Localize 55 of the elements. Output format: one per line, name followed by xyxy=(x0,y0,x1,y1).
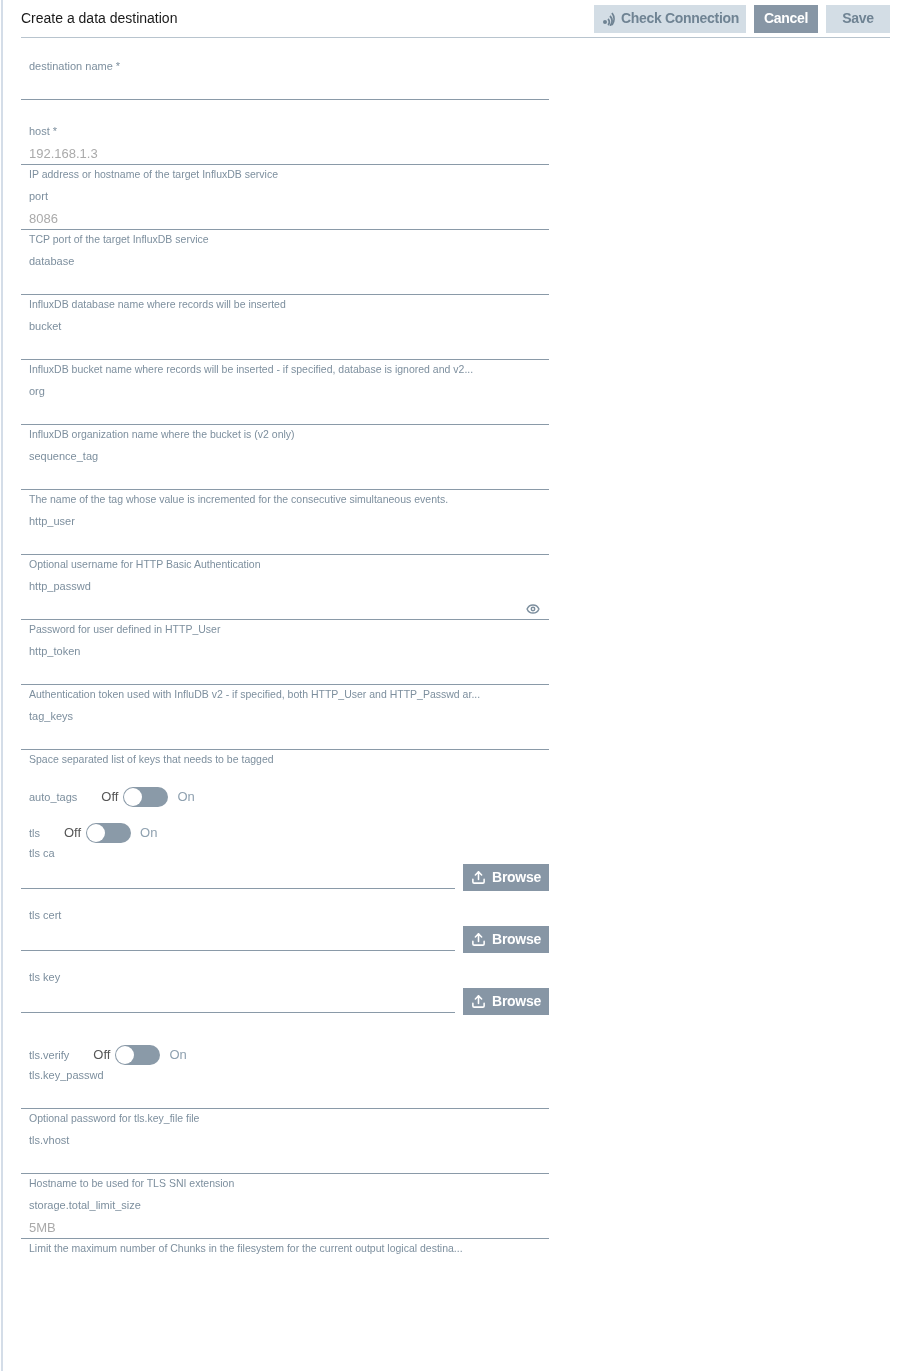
field-label: org xyxy=(28,384,45,399)
field-label: storage.total_limit_size xyxy=(28,1198,141,1213)
field-label: tls cert xyxy=(28,908,62,923)
toggle-label: tls.verify xyxy=(29,1047,70,1063)
field-label: http_user xyxy=(28,514,75,529)
field-label: tag_keys xyxy=(28,709,74,724)
off-label: Off xyxy=(101,788,119,807)
field-hint: TCP port of the target InfluxDB service xyxy=(28,232,209,247)
toggle-label: auto_tags xyxy=(29,789,78,805)
field-label: host * xyxy=(28,124,58,139)
browse-button[interactable]: Browse xyxy=(463,925,549,953)
field-label: tls.key_passwd xyxy=(28,1068,104,1083)
toggle-switch[interactable] xyxy=(86,823,132,843)
field-label: http_token xyxy=(28,644,81,659)
input-field[interactable]: 192.168.1.3 xyxy=(21,143,549,165)
cancel-button[interactable]: Cancel xyxy=(754,4,818,33)
field-label: http_passwd xyxy=(28,579,91,594)
input-field[interactable]: 8086 xyxy=(21,208,549,230)
field-hint: InfluxDB bucket name where records will be inserted - if specified, database is ignored and v2... xyxy=(28,362,474,377)
browse-button[interactable]: Browse xyxy=(463,863,549,891)
upload-icon xyxy=(471,993,487,1009)
field-hint: Space separated list of keys that needs to be tagged xyxy=(28,752,274,767)
browse-button[interactable]: Browse xyxy=(463,987,549,1015)
upload-icon xyxy=(471,931,487,947)
field-label: bucket xyxy=(28,319,62,334)
input-field[interactable]: 5MB xyxy=(21,1217,549,1239)
on-label: On xyxy=(140,824,158,843)
field-label: destination name * xyxy=(28,59,121,74)
field-label: port xyxy=(28,189,48,204)
signal-icon xyxy=(600,11,617,26)
field-hint: Password for user defined in HTTP_User xyxy=(28,622,221,637)
field-hint: IP address or hostname of the target InfluxDB service xyxy=(28,167,279,182)
off-label: Off xyxy=(64,824,82,843)
eye-icon[interactable] xyxy=(524,602,542,616)
toggle-switch[interactable] xyxy=(123,787,169,807)
on-label: On xyxy=(177,788,195,807)
field-hint: Optional password for tls.key_file file xyxy=(28,1111,200,1126)
page-title: Create a data destination xyxy=(21,9,179,28)
upload-icon xyxy=(471,869,487,885)
toggle-label: tls xyxy=(29,825,40,841)
field-hint: InfluxDB database name where records will be inserted xyxy=(28,297,286,312)
field-hint: Authentication token used with InfluDB v2 - if specified, both HTTP_User and HTTP_Passwd ar... xyxy=(28,687,481,702)
field-label: sequence_tag xyxy=(28,449,99,464)
field-hint: The name of the tag whose value is incremented for the consecutive simultaneous events. xyxy=(28,492,449,507)
field-hint: InfluxDB organization name where the bucket is (v2 only) xyxy=(28,427,295,442)
field-hint: Limit the maximum number of Chunks in the filesystem for the current output logical destina... xyxy=(28,1241,463,1256)
field-label: database xyxy=(28,254,75,269)
on-label: On xyxy=(169,1046,187,1065)
field-label: tls key xyxy=(28,970,61,985)
toggle-switch[interactable] xyxy=(115,1045,161,1065)
off-label: Off xyxy=(93,1046,111,1065)
field-label: tls ca xyxy=(28,846,55,861)
field-hint: Optional username for HTTP Basic Authentication xyxy=(28,557,261,572)
field-hint: Hostname to be used for TLS SNI extension xyxy=(28,1176,235,1191)
field-label: tls.vhost xyxy=(28,1133,70,1148)
